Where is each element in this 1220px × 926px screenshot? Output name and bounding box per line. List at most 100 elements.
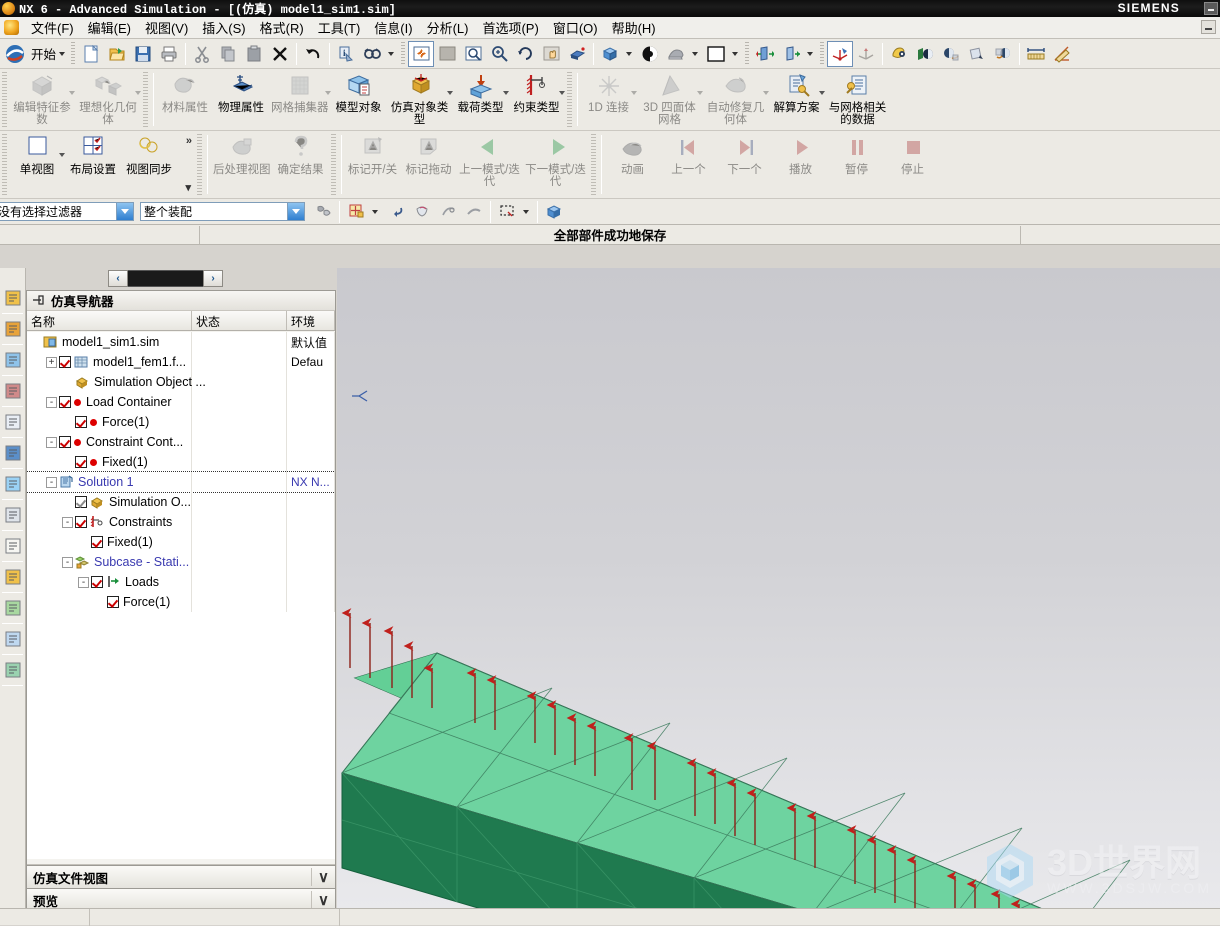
clip-back-icon[interactable] bbox=[778, 41, 804, 67]
select-general-icon[interactable] bbox=[310, 199, 336, 225]
ribbon-button-single-view[interactable]: 单视图 bbox=[9, 131, 65, 198]
tree-row[interactable]: + model1_fem1.f... Defau bbox=[27, 352, 335, 372]
menu-item-10[interactable]: 帮助(H) bbox=[605, 16, 663, 39]
scroll-left-button[interactable]: ‹ bbox=[108, 270, 128, 287]
edge-select-icon[interactable] bbox=[435, 199, 461, 225]
open-folder-icon[interactable] bbox=[104, 41, 130, 67]
zoom-area-icon[interactable] bbox=[434, 41, 460, 67]
tree-column-header-1[interactable]: 状态 bbox=[192, 311, 287, 330]
clip-front-icon[interactable] bbox=[752, 41, 778, 67]
part-navigator-icon[interactable] bbox=[1, 348, 25, 372]
window-controls[interactable] bbox=[1204, 2, 1218, 15]
menu-item-0[interactable]: 文件(F) bbox=[24, 16, 81, 39]
snap-point-icon[interactable] bbox=[343, 199, 369, 225]
tree-row[interactable]: Fixed(1) bbox=[27, 452, 335, 472]
menu-item-9[interactable]: 窗口(O) bbox=[546, 16, 605, 39]
toolbar-grip[interactable] bbox=[820, 41, 825, 66]
selection-filter-combo[interactable]: 没有选择过滤器 bbox=[0, 202, 134, 221]
chevron-down-icon[interactable] bbox=[558, 91, 565, 95]
ribbon-button-load-type[interactable]: 载荷类型 bbox=[453, 69, 509, 130]
chevron-down-icon[interactable] bbox=[287, 203, 304, 220]
menu-item-1[interactable]: 编辑(E) bbox=[81, 16, 138, 39]
tree-checkbox[interactable] bbox=[75, 496, 87, 508]
collapse-icon[interactable]: - bbox=[46, 476, 57, 488]
delete-icon[interactable] bbox=[267, 41, 293, 67]
view-cube-icon[interactable] bbox=[597, 41, 623, 67]
tree-checkbox[interactable] bbox=[59, 396, 71, 408]
reuse-library-icon[interactable] bbox=[1, 379, 25, 403]
tree-checkbox[interactable] bbox=[91, 536, 103, 548]
menu-item-3[interactable]: 插入(S) bbox=[195, 16, 252, 39]
chevron-down-icon[interactable] bbox=[388, 51, 395, 56]
menu-item-5[interactable]: 工具(T) bbox=[311, 16, 368, 39]
ribbon-grip[interactable] bbox=[197, 134, 202, 195]
team-icon[interactable] bbox=[1, 627, 25, 651]
minimize-button[interactable] bbox=[1204, 2, 1218, 15]
process-studio-icon[interactable] bbox=[1, 441, 25, 465]
copy-icon[interactable] bbox=[215, 41, 241, 67]
scroll-right-button[interactable]: › bbox=[203, 270, 223, 287]
measure-angle-icon[interactable] bbox=[1049, 41, 1075, 67]
tree-column-header-0[interactable]: 名称 bbox=[27, 311, 192, 330]
roles-icon[interactable] bbox=[1, 565, 25, 589]
ribbon-grip[interactable] bbox=[2, 134, 7, 195]
solid-select-icon[interactable] bbox=[541, 199, 567, 225]
ribbon-button-mesh-related-data[interactable]: 与网格相关的数据 bbox=[825, 69, 891, 130]
collapse-icon[interactable]: - bbox=[46, 396, 57, 408]
ribbon-grip[interactable] bbox=[590, 134, 596, 195]
ribbon-button-view-sync[interactable]: 视图同步 bbox=[121, 131, 177, 198]
ribbon-button-constraint-type[interactable]: 约束类型 bbox=[509, 69, 565, 130]
start-button[interactable]: 开始 bbox=[28, 42, 68, 65]
ribbon-grip[interactable] bbox=[2, 72, 7, 127]
tree-row[interactable]: Fixed(1) bbox=[27, 532, 335, 552]
pan-icon[interactable] bbox=[538, 41, 564, 67]
wcs-dynamic-icon[interactable] bbox=[827, 40, 854, 67]
scene-image-icon[interactable] bbox=[1, 658, 25, 682]
zoom-window-icon[interactable] bbox=[460, 41, 486, 67]
curve-select-icon[interactable] bbox=[461, 199, 487, 225]
tree-row[interactable]: - Subcase - Stati... bbox=[27, 552, 335, 572]
toolbar-grip[interactable] bbox=[401, 41, 406, 66]
perspective-icon[interactable] bbox=[564, 41, 590, 67]
collapse-icon[interactable]: - bbox=[46, 436, 57, 448]
system-scene-icon[interactable] bbox=[1, 534, 25, 558]
measure-distance-icon[interactable] bbox=[1023, 41, 1049, 67]
tree-checkbox[interactable] bbox=[75, 456, 87, 468]
history-icon[interactable] bbox=[1, 503, 25, 527]
chevron-down-icon[interactable] bbox=[372, 209, 378, 214]
zoom-icon[interactable] bbox=[486, 41, 512, 67]
ribbon-overflow-button[interactable]: » ▾ bbox=[177, 131, 195, 198]
render-style-icon[interactable] bbox=[663, 41, 689, 67]
scroller-track[interactable] bbox=[128, 270, 203, 287]
chevron-down-icon[interactable]: ∨ bbox=[311, 868, 335, 886]
shading-icon[interactable] bbox=[637, 41, 663, 67]
web-browser-icon[interactable] bbox=[1, 472, 25, 496]
tree-column-header-2[interactable]: 环境 bbox=[287, 311, 335, 330]
assembly-navigator-icon[interactable] bbox=[1, 286, 25, 310]
layer-visible-icon[interactable] bbox=[912, 41, 938, 67]
tree-row[interactable]: - Load Container bbox=[27, 392, 335, 412]
cut-icon[interactable] bbox=[189, 41, 215, 67]
chevron-down-icon[interactable] bbox=[626, 51, 633, 56]
chevron-down-icon[interactable]: ∨ bbox=[311, 891, 335, 909]
tree-row[interactable]: - Loads bbox=[27, 572, 335, 592]
chevron-down-icon[interactable] bbox=[116, 203, 133, 220]
rotate-icon[interactable] bbox=[512, 41, 538, 67]
ribbon-button-simulation-object-type[interactable]: 仿真对象类型 bbox=[387, 69, 453, 130]
move-to-layer-icon[interactable] bbox=[938, 41, 964, 67]
chevron-down-icon[interactable] bbox=[523, 209, 529, 214]
back-arrow-icon[interactable] bbox=[383, 199, 409, 225]
start-menu-icon[interactable] bbox=[2, 41, 28, 67]
chevron-down-icon[interactable] bbox=[807, 51, 814, 56]
simulation-navigator-icon[interactable] bbox=[1, 410, 25, 434]
layer-category-icon[interactable] bbox=[964, 41, 990, 67]
collapse-icon[interactable]: - bbox=[78, 576, 89, 588]
print-icon[interactable] bbox=[156, 41, 182, 67]
graphics-viewport[interactable]: 3D世界网 WWW.3DSJW.COM bbox=[337, 268, 1220, 908]
ribbon-button-solution[interactable]: 解算方案 bbox=[769, 69, 825, 130]
tree-row[interactable]: Simulation Object ... bbox=[27, 372, 335, 392]
paste-icon[interactable] bbox=[241, 41, 267, 67]
tree-column-headers[interactable]: 名称 状态 环境 bbox=[27, 311, 335, 331]
undo-icon[interactable] bbox=[300, 41, 326, 67]
chevron-down-icon[interactable] bbox=[135, 91, 141, 95]
